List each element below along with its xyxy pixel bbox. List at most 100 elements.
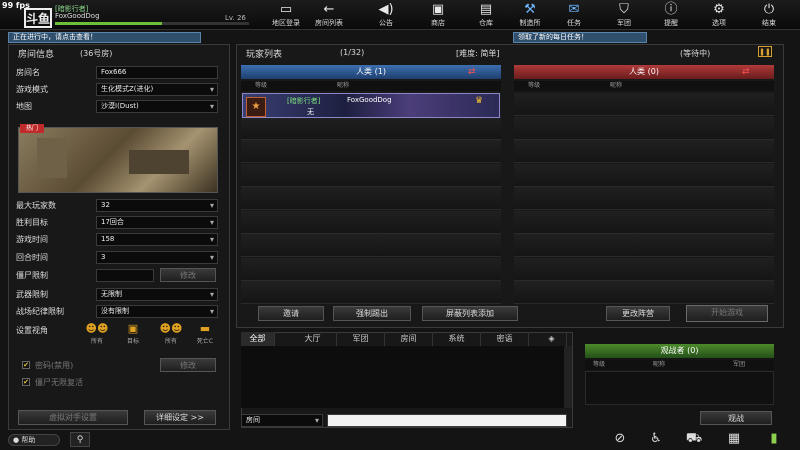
nav-alert-button[interactable]: ⓘ 提醒	[651, 2, 691, 30]
view-option-3[interactable]: ▬ 死亡C	[192, 322, 218, 350]
chat-tab-3[interactable]: 房间	[385, 332, 433, 346]
room-field-value: 沙漠Ⅰ(Dust)	[101, 102, 139, 110]
team-left-slot[interactable]	[241, 257, 501, 281]
nav-speaker-button[interactable]: ◀) 公告	[366, 2, 406, 30]
nav-task-button[interactable]: ✉ 任务	[554, 2, 594, 30]
room-setting-label-3: 回合时间	[16, 253, 48, 262]
room-field-value: Fox666	[101, 68, 127, 76]
nav-label: 军团	[617, 19, 631, 27]
room-field-label-1: 游戏模式	[16, 85, 48, 94]
spec-col-team: 军团	[733, 361, 746, 368]
team-left-slot[interactable]	[241, 234, 501, 257]
team-left-slot[interactable]	[241, 187, 501, 210]
search-icon[interactable]: ⚲	[70, 432, 90, 447]
calendar-icon[interactable]: ▦	[724, 430, 744, 448]
chat-scrollbar[interactable]	[564, 346, 572, 408]
player-entry[interactable]: ★ [暗影行者] FoxGoodDog 无 ♛	[242, 93, 500, 118]
team-right-slot[interactable]	[514, 210, 774, 234]
room-setting-select-3[interactable]: 3	[96, 251, 218, 264]
room-setting-edit-button-4[interactable]: 修改	[160, 268, 216, 282]
battery-icon[interactable]: ▮	[764, 430, 784, 448]
spectator-list	[585, 371, 774, 405]
view-option-icon: ▣	[127, 322, 139, 335]
room-field-select-0[interactable]: Fox666	[96, 66, 218, 79]
zombie-respawn-checkbox[interactable]: ✔	[22, 378, 30, 386]
chat-tab-0[interactable]: 全部	[241, 332, 275, 346]
spectator-label: 观战者 (0)	[660, 346, 699, 355]
password-checkbox[interactable]: ✔	[22, 361, 30, 369]
team-right-slot[interactable]	[514, 234, 774, 257]
chat-tab-4[interactable]: 系统	[433, 332, 481, 346]
nav-label: 商店	[431, 19, 445, 27]
detail-settings-button[interactable]: 详细设定 >>	[144, 410, 216, 425]
chat-tab-5[interactable]: 密语	[481, 332, 529, 346]
briefcase-icon: ▤	[479, 2, 493, 17]
team-right-slot[interactable]	[514, 163, 774, 187]
chat-filter-icon[interactable]: ◈	[537, 332, 567, 346]
team-right-slot[interactable]	[514, 116, 774, 140]
crown-icon: ♛	[475, 96, 484, 106]
team-right-slot[interactable]	[514, 187, 774, 210]
change-team-button[interactable]: 更改阵营	[606, 306, 670, 321]
help-button[interactable]: ● 帮助	[8, 434, 60, 446]
player-count: (1/32)	[340, 48, 365, 57]
pause-icon[interactable]: ❚❚	[758, 46, 772, 57]
nav-back-arrow-button[interactable]: ← 房间列表	[309, 2, 349, 30]
block-list-button[interactable]: 屏蔽列表添加	[422, 306, 518, 321]
nav-craft-button[interactable]: ⚒ 制造所	[510, 2, 550, 30]
chat-channel-value: 房间	[246, 416, 260, 424]
room-setting-label-2: 游戏时间	[16, 235, 48, 244]
notice-banner-right[interactable]: 领取了新的每日任务！	[513, 32, 647, 43]
kick-button[interactable]: 强制踢出	[333, 306, 411, 321]
col-name-right: 昵称	[610, 82, 623, 89]
view-option-2[interactable]: ☻☻ 所有	[158, 322, 184, 350]
difficulty-label: [难度: 简单]	[456, 49, 500, 58]
start-game-button[interactable]: 开始游戏	[686, 305, 768, 322]
chat-input[interactable]	[327, 414, 567, 427]
switch-team-icon[interactable]: ⇄	[468, 67, 494, 77]
invite-button[interactable]: 邀请	[258, 306, 324, 321]
team-right-slot[interactable]	[514, 93, 774, 116]
room-setting-select-6[interactable]: 没有限制	[96, 305, 218, 318]
switch-team-icon-right[interactable]: ⇄	[742, 67, 768, 77]
chat-tab-2[interactable]: 军团	[337, 332, 385, 346]
compass-icon[interactable]: ⊘	[610, 430, 630, 448]
team-left-slot[interactable]	[241, 116, 501, 140]
room-field-select-1[interactable]: 生化模式Z(进化)	[96, 83, 218, 96]
bot-settings-button[interactable]: 虚拟对手设置	[18, 410, 128, 425]
view-option-1[interactable]: ▣ 目标	[120, 322, 146, 350]
nav-power-button[interactable]: ⏻ 结束	[749, 2, 789, 30]
nav-shop-button[interactable]: ▣ 商店	[418, 2, 458, 30]
room-setting-select-0[interactable]: 32	[96, 199, 218, 212]
room-setting-value: 无限制	[101, 290, 122, 298]
team-left-slot[interactable]	[241, 210, 501, 234]
password-edit-button[interactable]: 修改	[160, 358, 216, 372]
view-option-0[interactable]: ☻☻ 所有	[84, 322, 110, 350]
team-right-slot[interactable]	[514, 140, 774, 163]
nav-gear-button[interactable]: ⚙ 选项	[699, 2, 739, 30]
room-setting-field-4[interactable]	[96, 269, 154, 282]
nav-monitor-button[interactable]: ▭ 地区登录	[266, 2, 306, 30]
spectate-button[interactable]: 观战	[700, 411, 772, 425]
team-right-slot[interactable]	[514, 257, 774, 281]
team-left-slot[interactable]	[241, 281, 501, 304]
team-left-columns: 等级 昵称	[241, 81, 501, 91]
room-number: (36号房)	[80, 49, 113, 58]
nav-label: 任务	[567, 19, 581, 27]
room-setting-select-2[interactable]: 158	[96, 233, 218, 246]
chat-channel-select[interactable]: 房间	[241, 414, 323, 427]
notice-banner-left[interactable]: 正在进行中，请点击查看！	[8, 32, 201, 43]
team-left-slot[interactable]	[241, 163, 501, 187]
cart-icon[interactable]: ⛟	[684, 430, 704, 448]
nav-shield-button[interactable]: ⛉ 军团	[604, 2, 644, 30]
team-right-slot[interactable]	[514, 281, 774, 304]
team-left-slot[interactable]	[241, 140, 501, 163]
view-option-icon: ☻☻	[159, 322, 183, 335]
room-setting-select-1[interactable]: 17回合	[96, 216, 218, 229]
nav-briefcase-button[interactable]: ▤ 仓库	[466, 2, 506, 30]
player-level: Lv. 26	[225, 14, 246, 22]
chat-tab-1[interactable]: 大厅	[289, 332, 337, 346]
room-field-select-2[interactable]: 沙漠Ⅰ(Dust)	[96, 100, 218, 113]
room-setting-select-5[interactable]: 无限制	[96, 288, 218, 301]
run-icon[interactable]: ♿	[646, 430, 666, 448]
